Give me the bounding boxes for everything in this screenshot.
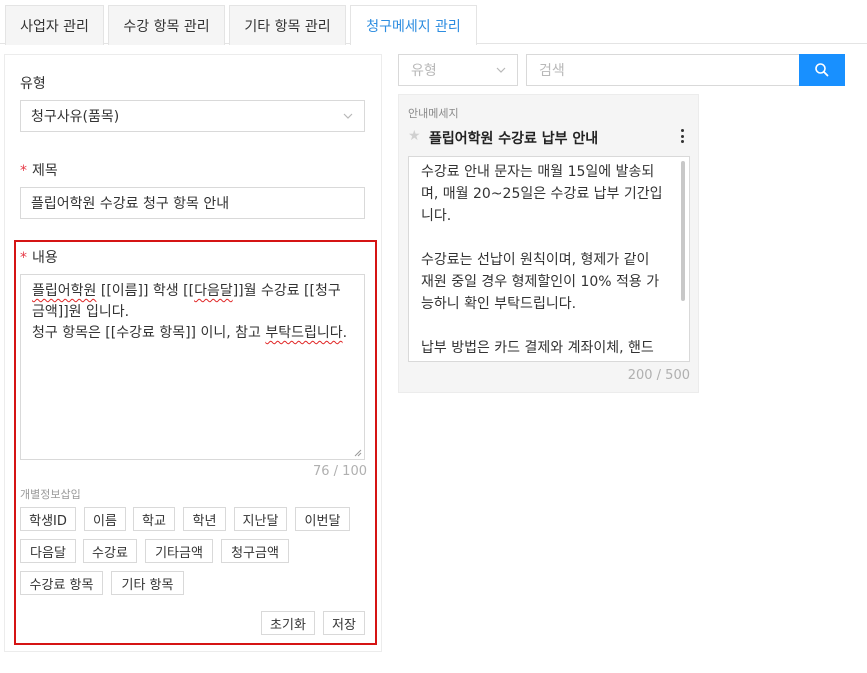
more-options-icon[interactable]: [677, 127, 687, 145]
chip-tuition[interactable]: 수강료: [83, 539, 137, 563]
chip-next-month[interactable]: 다음달: [20, 539, 76, 563]
chip-this-month[interactable]: 이번달: [295, 507, 350, 531]
chip-student-id[interactable]: 학생ID: [20, 507, 76, 531]
card-paragraph: 납부 방법은 카드 결제와 계좌이체, 핸드폰 비대면 결제가 가능하며, 계좌…: [421, 340, 654, 356]
chip-other-amount[interactable]: 기타금액: [145, 539, 213, 563]
content-line-1: 플립어학원 [[이름]] 학생 [[다음달]]월 수강료 [[청구금액]]원 입…: [32, 281, 353, 323]
type-select[interactable]: 청구사유(품목): [20, 100, 365, 132]
search-icon: [815, 63, 829, 77]
card-char-counter: 200 / 500: [627, 368, 690, 383]
tab-label: 사업자 관리: [20, 18, 89, 35]
message-card[interactable]: 안내메세지 ★ 플립어학원 수강료 납부 안내 수강료 안내 문자는 매월 15…: [398, 94, 699, 393]
tab-label: 수강 항목 관리: [123, 18, 210, 35]
reset-button[interactable]: 초기화: [261, 611, 315, 635]
tab-bar: 사업자 관리 수강 항목 관리 기타 항목 관리 청구메세지 관리: [0, 0, 867, 45]
chevron-down-icon: [343, 113, 353, 119]
tab-label: 기타 항목 관리: [244, 18, 331, 35]
chip-billing-amount[interactable]: 청구금액: [221, 539, 289, 563]
type-filter-select[interactable]: 유형: [398, 54, 518, 86]
title-label: * 제목: [20, 160, 58, 180]
misspelled-word: 다음달: [194, 283, 233, 299]
content-line-2: 청구 항목은 [[수강료 항목]] 이니, 참고 부탁드립니다.: [32, 323, 353, 344]
resize-handle-icon[interactable]: [354, 449, 362, 457]
content-text: [[이름]] 학생 [[: [96, 283, 195, 299]
misspelled-word: 부탁드립니다: [265, 325, 343, 341]
tab-label: 청구메세지 관리: [366, 18, 461, 35]
star-icon[interactable]: ★: [408, 128, 421, 144]
card-paragraph: 수강료는 선납이 원칙이며, 형제가 같이 재원 중일 경우 형제할인이 10%…: [421, 252, 660, 312]
card-message-body: 수강료 안내 문자는 매월 15일에 발송되며, 매월 20~25일은 수강료 …: [408, 156, 690, 362]
chip-name[interactable]: 이름: [84, 507, 126, 531]
tab-business[interactable]: 사업자 관리: [5, 5, 104, 45]
card-title: 플립어학원 수강료 납부 안내: [429, 131, 599, 147]
chip-grade[interactable]: 학년: [183, 507, 226, 531]
title-label-text: 제목: [32, 163, 58, 179]
search-placeholder: 검색: [539, 63, 565, 79]
tab-billing-messages[interactable]: 청구메세지 관리: [350, 5, 477, 45]
content-textarea[interactable]: 플립어학원 [[이름]] 학생 [[다음달]]월 수강료 [[청구금액]]원 입…: [20, 274, 365, 460]
tab-other-items[interactable]: 기타 항목 관리: [229, 5, 346, 45]
search-button[interactable]: [799, 54, 845, 86]
misspelled-word: 플립어학원: [32, 283, 97, 299]
chevron-down-icon: [496, 67, 506, 73]
save-button[interactable]: 저장: [323, 611, 365, 635]
content-char-counter: 76 / 100: [313, 464, 367, 479]
insert-field-label: 개별정보삽입: [20, 488, 81, 501]
chip-school[interactable]: 학교: [133, 507, 175, 531]
title-input[interactable]: 플립어학원 수강료 청구 항목 안내: [20, 187, 365, 219]
tab-course-items[interactable]: 수강 항목 관리: [108, 5, 225, 45]
content-text: 청구 항목은 [[수강료 항목]] 이니, 참고: [32, 325, 266, 341]
card-section-label: 안내메세지: [408, 107, 459, 120]
card-scrollbar[interactable]: [681, 161, 685, 301]
content-label: * 내용: [20, 247, 58, 267]
type-select-value: 청구사유(품목): [31, 109, 120, 125]
card-paragraph: 수강료 안내 문자는 매월 15일에 발송되며, 매월 20~25일은 수강료 …: [421, 164, 663, 224]
content-label-text: 내용: [32, 250, 58, 266]
type-filter-placeholder: 유형: [411, 63, 437, 79]
type-label: 유형: [20, 76, 46, 92]
title-input-value: 플립어학원 수강료 청구 항목 안내: [31, 196, 230, 212]
required-mark: *: [20, 163, 27, 179]
chip-tuition-items[interactable]: 수강료 항목: [20, 571, 103, 595]
chip-last-month[interactable]: 지난달: [234, 507, 287, 531]
search-input[interactable]: 검색: [526, 54, 800, 86]
chip-other-items[interactable]: 기타 항목: [111, 571, 184, 595]
content-text: .: [342, 325, 348, 341]
required-mark: *: [20, 250, 27, 266]
